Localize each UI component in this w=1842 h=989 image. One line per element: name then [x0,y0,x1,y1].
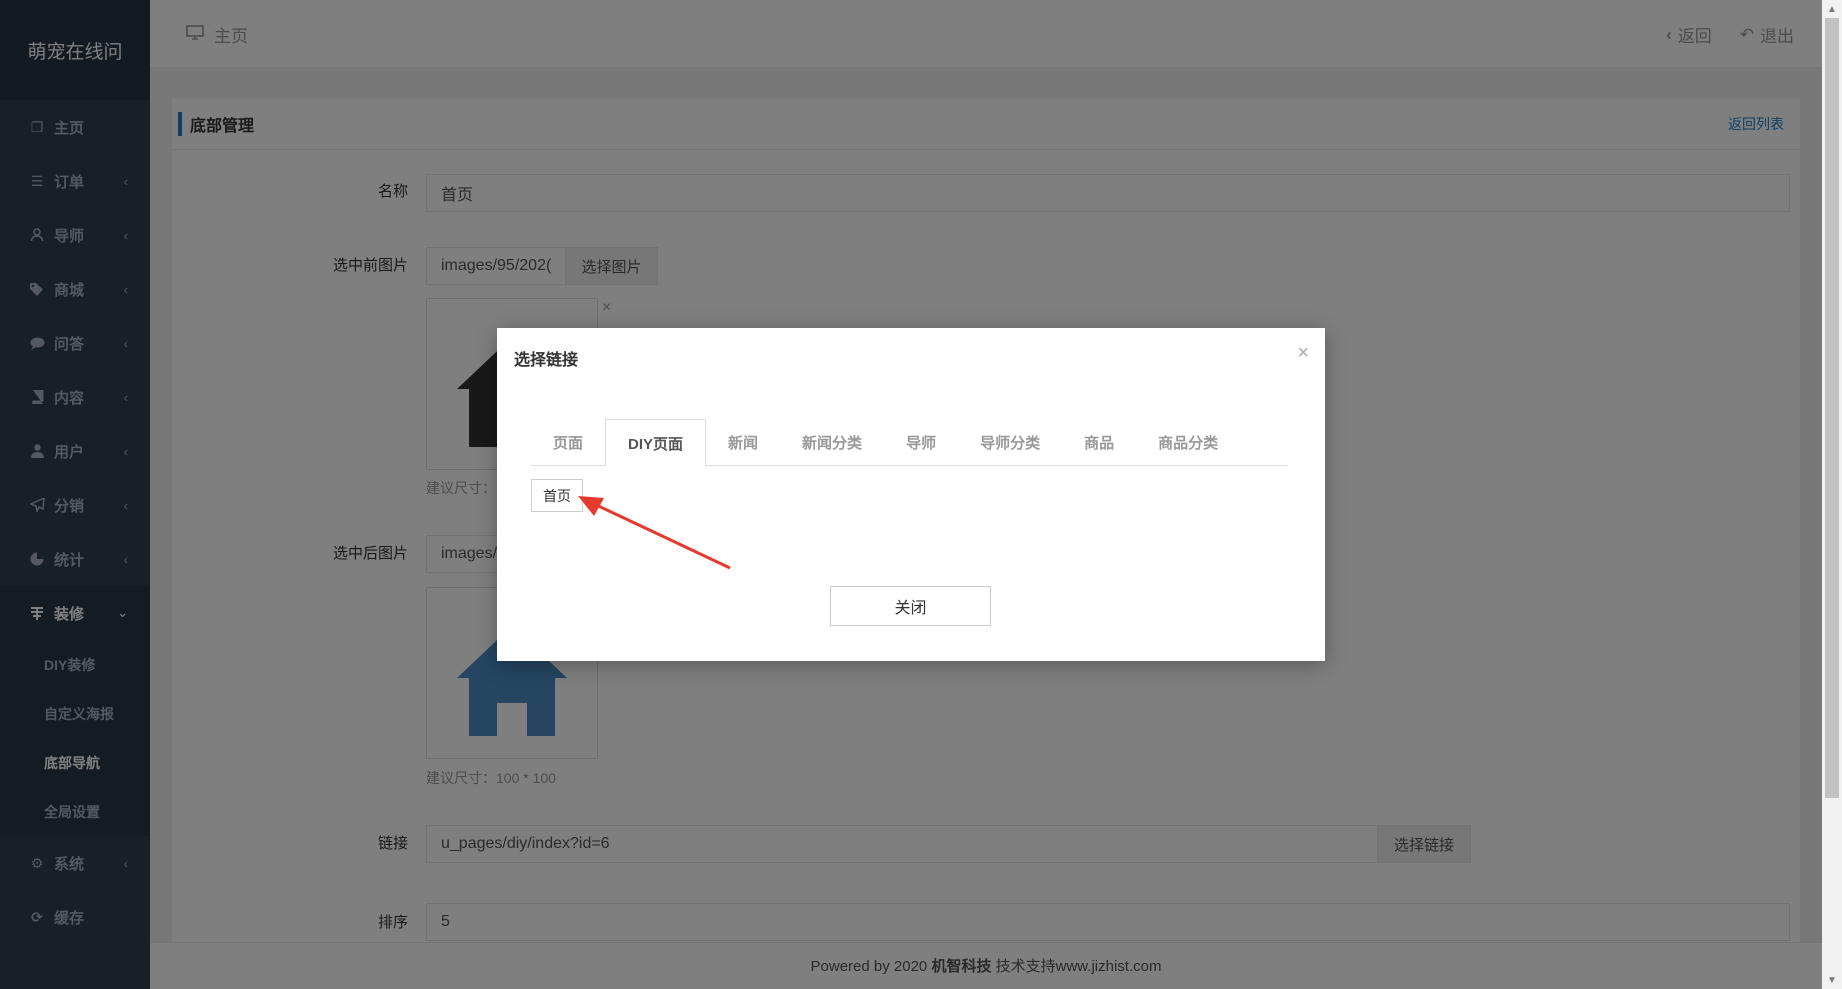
close-button[interactable]: 关闭 [830,586,991,626]
tab-mentor[interactable]: 导师 [884,419,958,466]
tab-mentor-category[interactable]: 导师分类 [958,419,1062,466]
tab-diy-page[interactable]: DIY页面 [605,419,707,467]
link-type-tabs: 页面 DIY页面 新闻 新闻分类 导师 导师分类 商品 商品分类 [531,419,1288,467]
page-scrollbar[interactable]: ▲ ▼ [1822,0,1842,989]
scrollbar-thumb[interactable] [1825,18,1839,798]
modal-title: 选择链接 [514,352,579,369]
close-icon[interactable]: × [1297,342,1309,365]
scroll-up-icon[interactable]: ▲ [1822,0,1842,18]
tab-news-category[interactable]: 新闻分类 [780,419,884,466]
tab-goods-category[interactable]: 商品分类 [1136,419,1240,466]
scroll-down-icon[interactable]: ▼ [1822,971,1842,989]
annotation-arrow-icon [578,496,731,570]
tab-news[interactable]: 新闻 [706,419,780,466]
tab-goods[interactable]: 商品 [1062,419,1136,466]
tab-page[interactable]: 页面 [531,419,605,466]
